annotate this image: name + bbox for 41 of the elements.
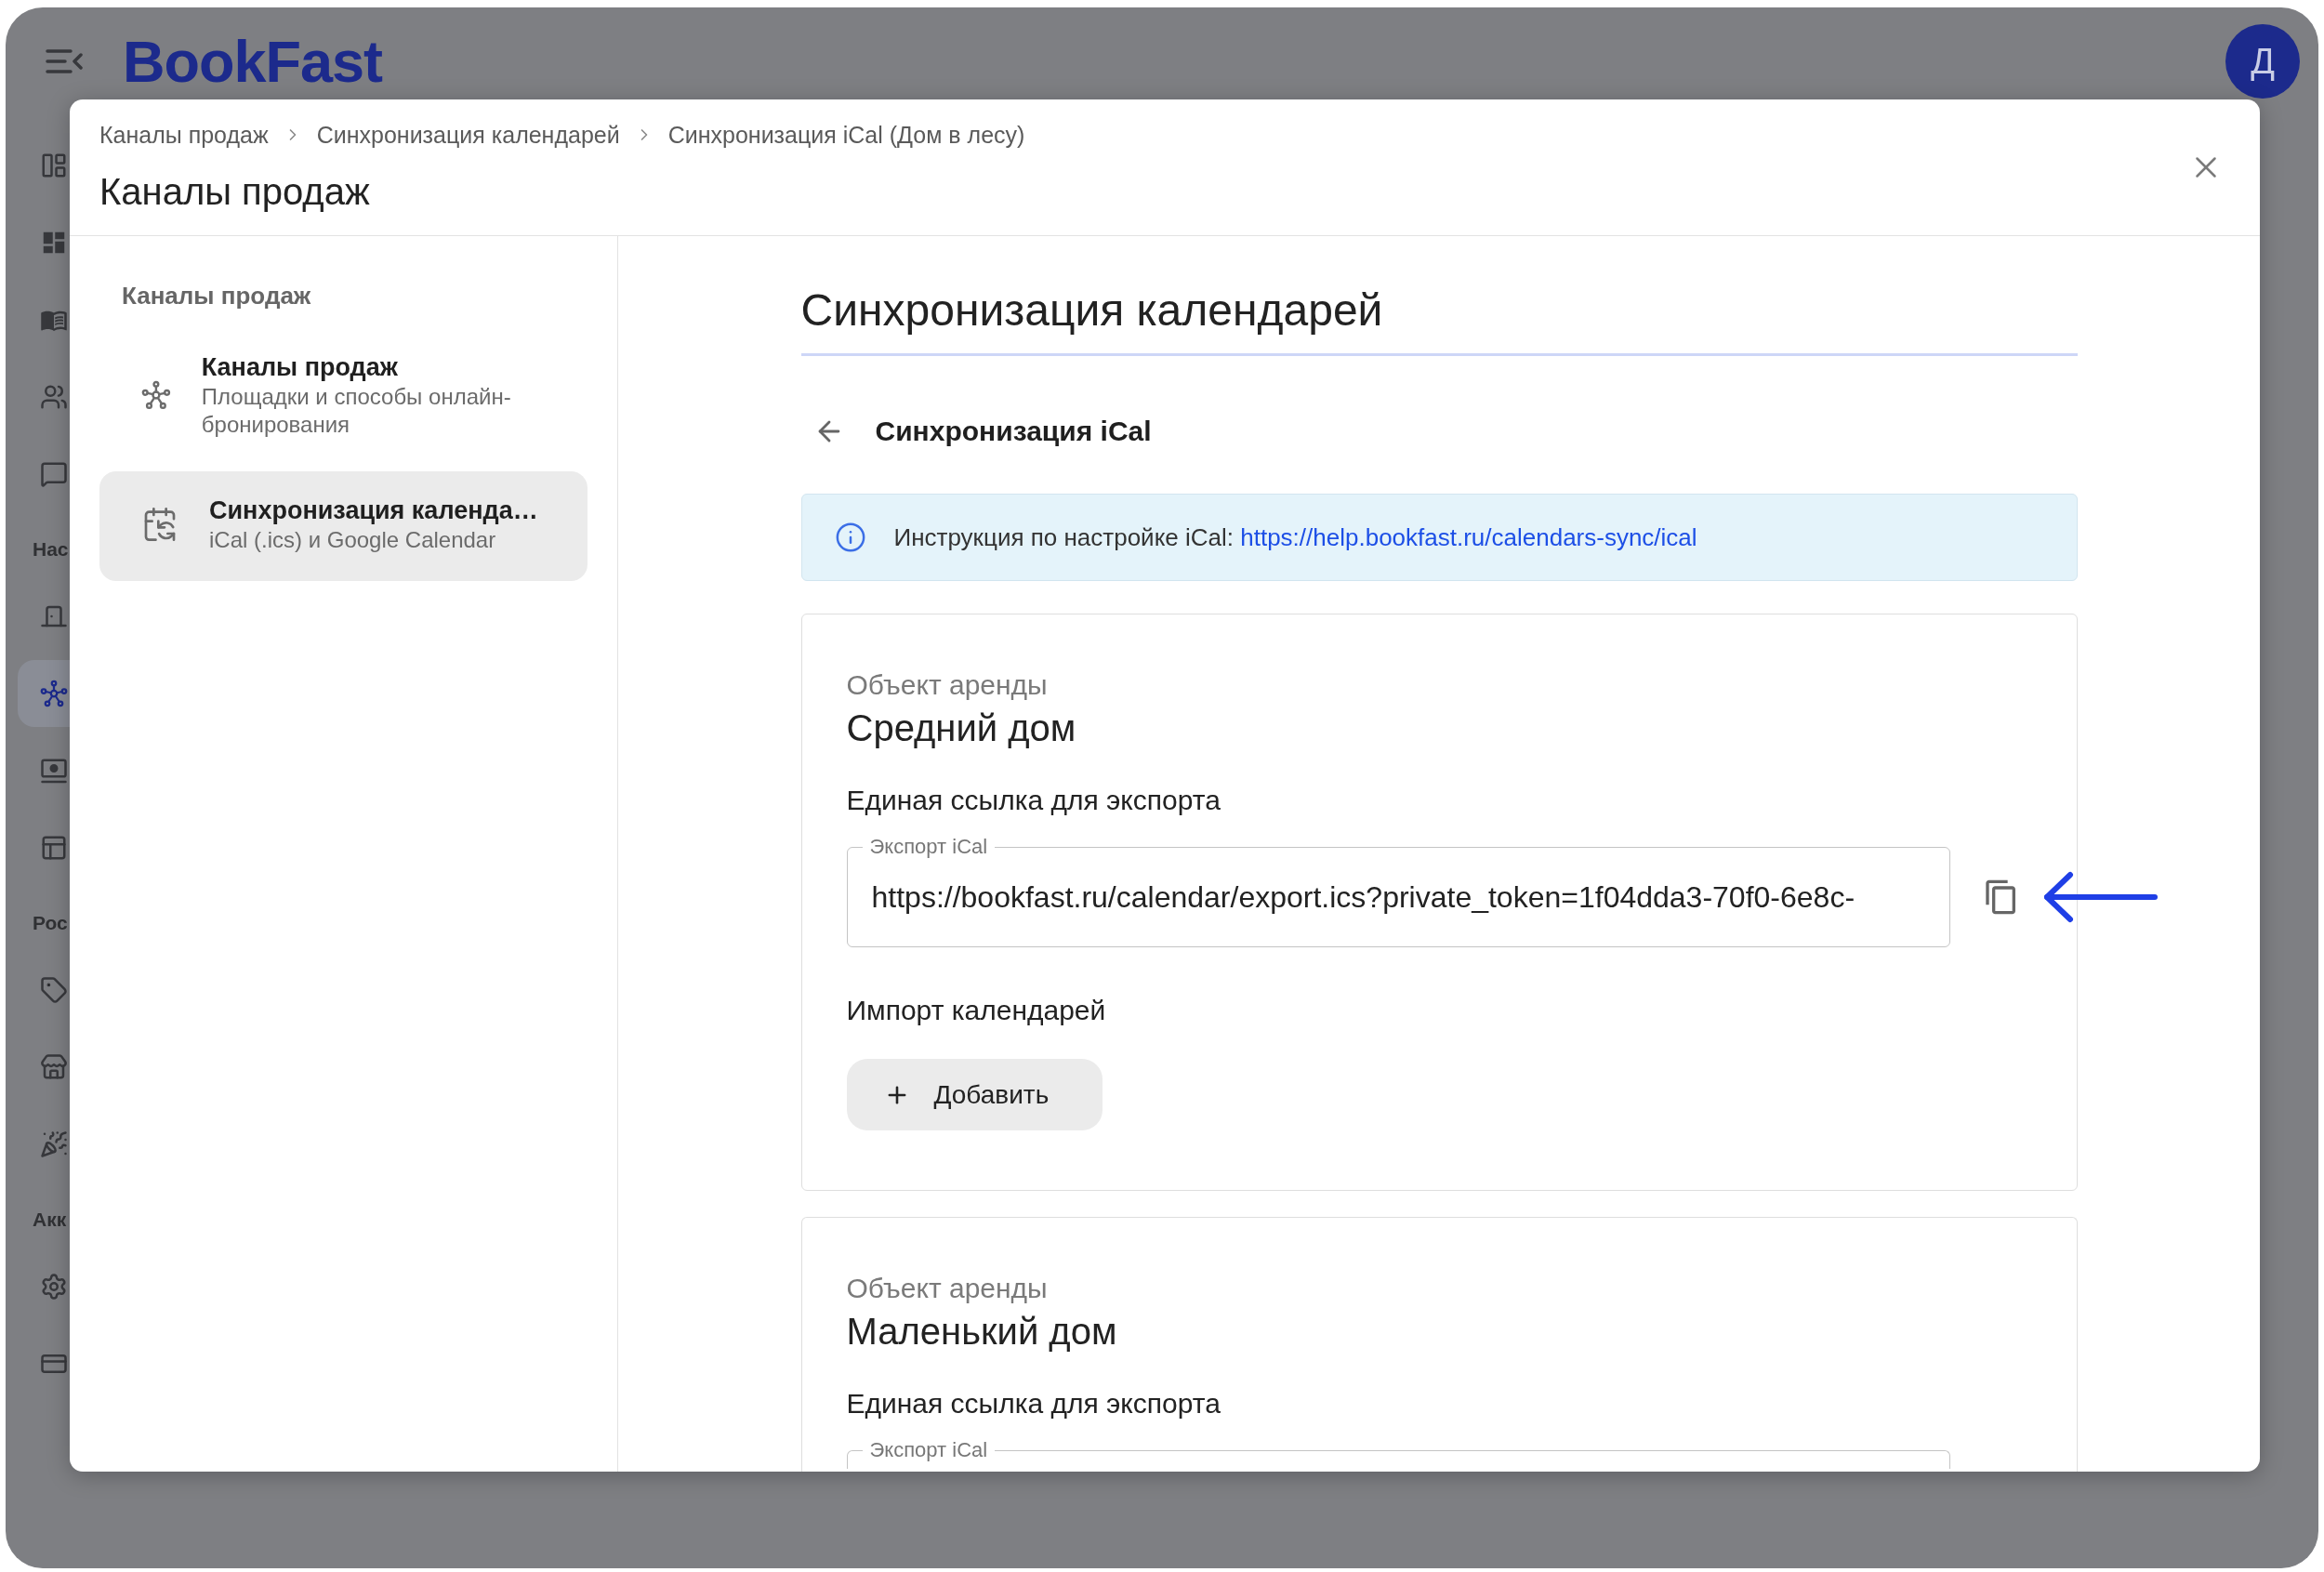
nav-section-label: Акк — [33, 1209, 67, 1231]
breadcrumb-link[interactable]: Каналы продаж — [99, 121, 269, 149]
tag-icon — [40, 975, 68, 1004]
help-link[interactable]: https://help.bookfast.ru/calendars-sync/ical — [1240, 523, 1697, 551]
section-heading: Импорт календарей — [846, 994, 1107, 1027]
page-title: Синхронизация календарей — [800, 284, 2078, 356]
nav-section-label: Рос — [33, 912, 68, 934]
network-icon — [40, 679, 68, 707]
store-icon — [40, 1052, 68, 1081]
nav-rail-button[interactable] — [40, 1052, 68, 1081]
item-subtitle: Площадки и способы онлайн-бронирования — [201, 383, 512, 439]
item-title: Каналы продаж — [201, 352, 399, 383]
menu-button[interactable] — [46, 47, 83, 75]
item-title: Синхронизация календа… — [209, 495, 538, 526]
export-link-field[interactable]: Экспорт iCal https://bookfast.ru/calendar/export.ics?private_token=1f04dda3-70f0-6e8c- — [846, 836, 1950, 947]
breadcrumb-current: Синхронизация iCal (Дом в лесу) — [667, 121, 1025, 149]
section-title: Синхронизация iCal — [875, 415, 1152, 448]
item-subtitle: iCal (.ics) и Google Calendar — [209, 526, 497, 554]
info-text: Инструкция по настройке iCal: https://help.bookfast.ru/calendars-sync/ical — [893, 522, 1697, 552]
nav-section-label: Нас — [33, 538, 69, 561]
menu-collapse-icon — [46, 47, 83, 75]
section-heading: Единая ссылка для экспорта — [846, 784, 1221, 817]
sidebar-item[interactable]: Синхронизация календа… iCal (.ics) и Google Calendar — [99, 471, 588, 581]
nav-rail-button[interactable] — [40, 1272, 68, 1301]
info-icon — [834, 522, 866, 553]
sidebar-heading: Каналы продаж — [121, 281, 312, 311]
nav-rail-button[interactable] — [40, 975, 68, 1004]
user-avatar[interactable]: Д — [2225, 24, 2300, 99]
nav-rail-button[interactable] — [40, 1129, 68, 1158]
property-name: Средний дом — [846, 707, 1077, 750]
add-button[interactable]: Добавить — [846, 1059, 1103, 1130]
property-caption: Объект аренды — [846, 668, 1049, 702]
property-name: Маленький дом — [846, 1310, 1118, 1354]
dialog-title: Каналы продаж — [99, 170, 371, 214]
nav-rail-button[interactable] — [18, 659, 70, 727]
settings-icon — [40, 1272, 68, 1301]
export-link-field[interactable]: Экспорт iCal — [846, 1439, 1950, 1469]
party-popper-icon — [40, 1129, 68, 1158]
property-caption: Объект аренды — [846, 1272, 1049, 1305]
section-heading: Единая ссылка для экспорта — [846, 1387, 1221, 1420]
breadcrumb-link[interactable]: Синхронизация календарей — [316, 121, 620, 149]
